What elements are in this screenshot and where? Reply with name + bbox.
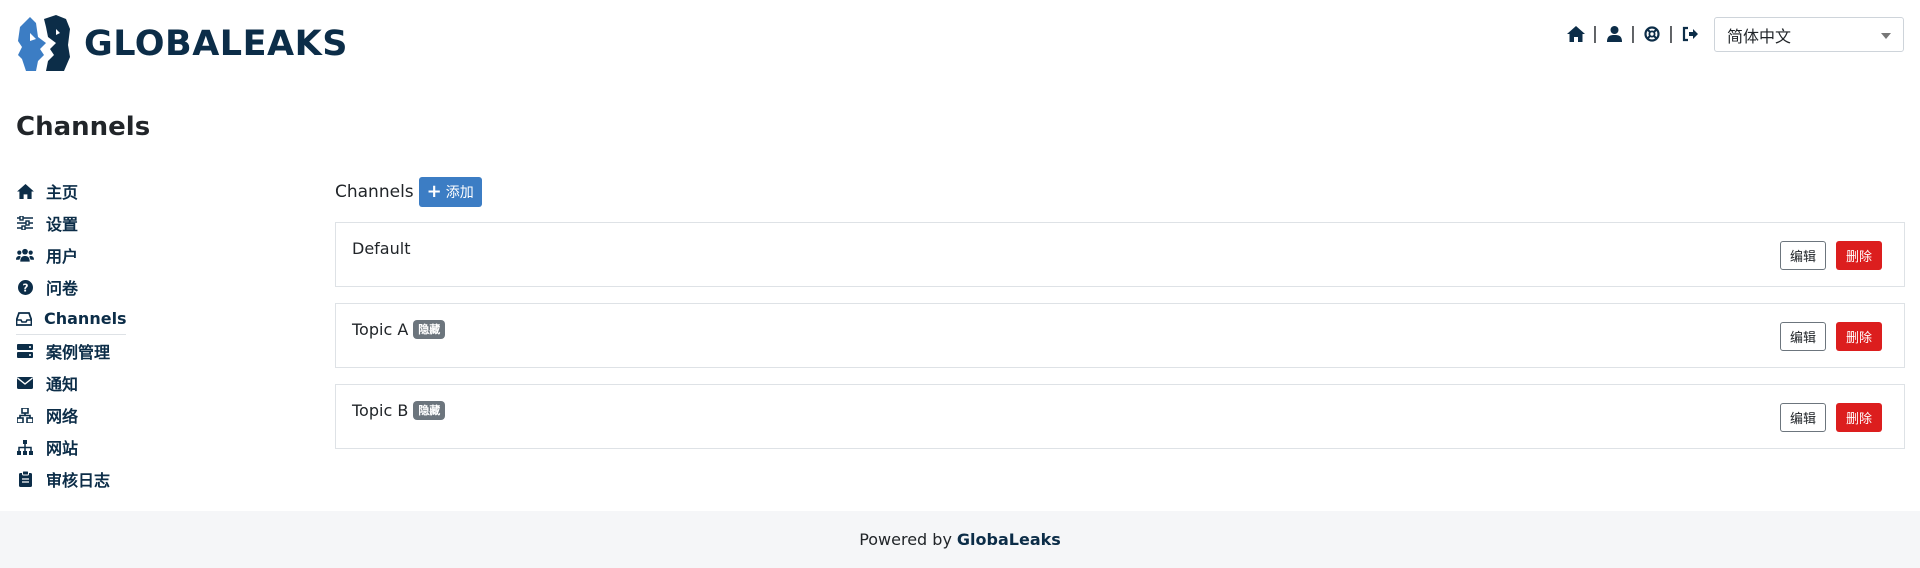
sidebar-item-notifications[interactable]: 通知 [16,367,126,399]
sidebar-item-label: 主页 [46,183,79,202]
sidebar-item-label: 设置 [46,215,79,234]
sidebar-item-label: 用户 [46,247,79,266]
footer-brand-link[interactable]: GlobaLeaks [957,530,1061,549]
sidebar-item-label: 问卷 [46,279,79,298]
sitemap-icon [16,439,34,455]
envelope-icon [16,375,34,391]
sidebar-item-users[interactable]: 用户 [16,239,126,271]
sidebar-item-audit-log[interactable]: 审核日志 [16,463,126,495]
hidden-badge: 隐藏 [413,401,446,420]
home-icon[interactable] [1566,24,1586,44]
channel-card: Topic A 隐藏 编辑 删除 [335,303,1905,368]
sidebar-item-label: 通知 [46,375,79,394]
channel-name: Topic B [352,401,409,420]
sidebar-item-network[interactable]: 网络 [16,399,126,431]
channel-card: Topic B 隐藏 编辑 删除 [335,384,1905,449]
home-icon [16,183,34,199]
top-navigation: | | | [1566,23,1700,45]
network-icon [16,407,34,423]
delete-channel-button[interactable]: 删除 [1836,241,1882,270]
nav-separator: | [1630,24,1636,44]
sidebar-item-label: 网络 [46,407,79,426]
nav-separator: | [1668,24,1674,44]
plus-icon: + [426,181,442,202]
sidebar-item-label: Channels [44,309,127,328]
sidebar-item-channels[interactable]: Channels [16,303,127,335]
users-icon [16,247,34,263]
channel-name-row: Default [352,239,410,258]
page-title: Channels [16,112,151,142]
channel-name: Topic A [352,320,409,339]
delete-channel-button[interactable]: 删除 [1836,322,1882,351]
question-circle-icon: ? [16,279,34,295]
footer: Powered by GlobaLeaks [0,511,1920,568]
chevron-down-icon [1881,33,1891,39]
edit-channel-button[interactable]: 编辑 [1780,322,1826,351]
svg-text:?: ? [22,282,28,294]
user-icon[interactable] [1604,24,1624,44]
sidebar: 主页 设置 用户 ? 问卷 Channels 案例管理 通知 网络 网站 审核日… [16,175,127,495]
sidebar-item-sites[interactable]: 网站 [16,431,126,463]
support-icon[interactable] [1642,24,1662,44]
channel-name-row: Topic B 隐藏 [352,401,446,420]
sidebar-item-settings[interactable]: 设置 [16,207,126,239]
delete-channel-button[interactable]: 删除 [1836,403,1882,432]
header: GLOBALEAKS | | | 简体中文 [0,0,1920,90]
logout-icon[interactable] [1680,24,1700,44]
add-channel-button[interactable]: + 添加 [418,177,482,207]
add-channel-label: 添加 [445,185,474,201]
channel-card: Default 编辑 删除 [335,222,1905,287]
sidebar-item-label: 案例管理 [46,343,111,362]
sidebar-item-label: 网站 [46,439,79,458]
hidden-badge: 隐藏 [413,320,446,339]
clipboard-icon [16,471,34,487]
edit-channel-button[interactable]: 编辑 [1780,241,1826,270]
channels-header: Channels + 添加 [335,176,1905,208]
sidebar-item-case-management[interactable]: 案例管理 [16,335,126,367]
nav-separator: | [1592,24,1598,44]
globaleaks-logo-icon [18,15,70,71]
sidebar-item-home[interactable]: 主页 [16,175,126,207]
sidebar-item-label: 审核日志 [46,471,111,490]
footer-prefix: Powered by [859,530,952,549]
edit-channel-button[interactable]: 编辑 [1780,403,1826,432]
channels-heading: Channels [335,182,414,202]
channel-name: Default [352,239,411,258]
channel-name-row: Topic A 隐藏 [352,320,446,339]
logo[interactable]: GLOBALEAKS [16,15,348,73]
brand-name: GLOBALEAKS [84,24,348,64]
sliders-icon [16,215,34,231]
sidebar-item-questionnaires[interactable]: ? 问卷 [16,271,126,303]
channels-panel: Channels + 添加 Default 编辑 删除 Topic A 隐藏 编… [335,176,1905,449]
inbox-icon [16,311,32,327]
language-select-value: 简体中文 [1727,26,1792,46]
server-icon [16,343,34,359]
language-select[interactable]: 简体中文 [1714,17,1904,52]
